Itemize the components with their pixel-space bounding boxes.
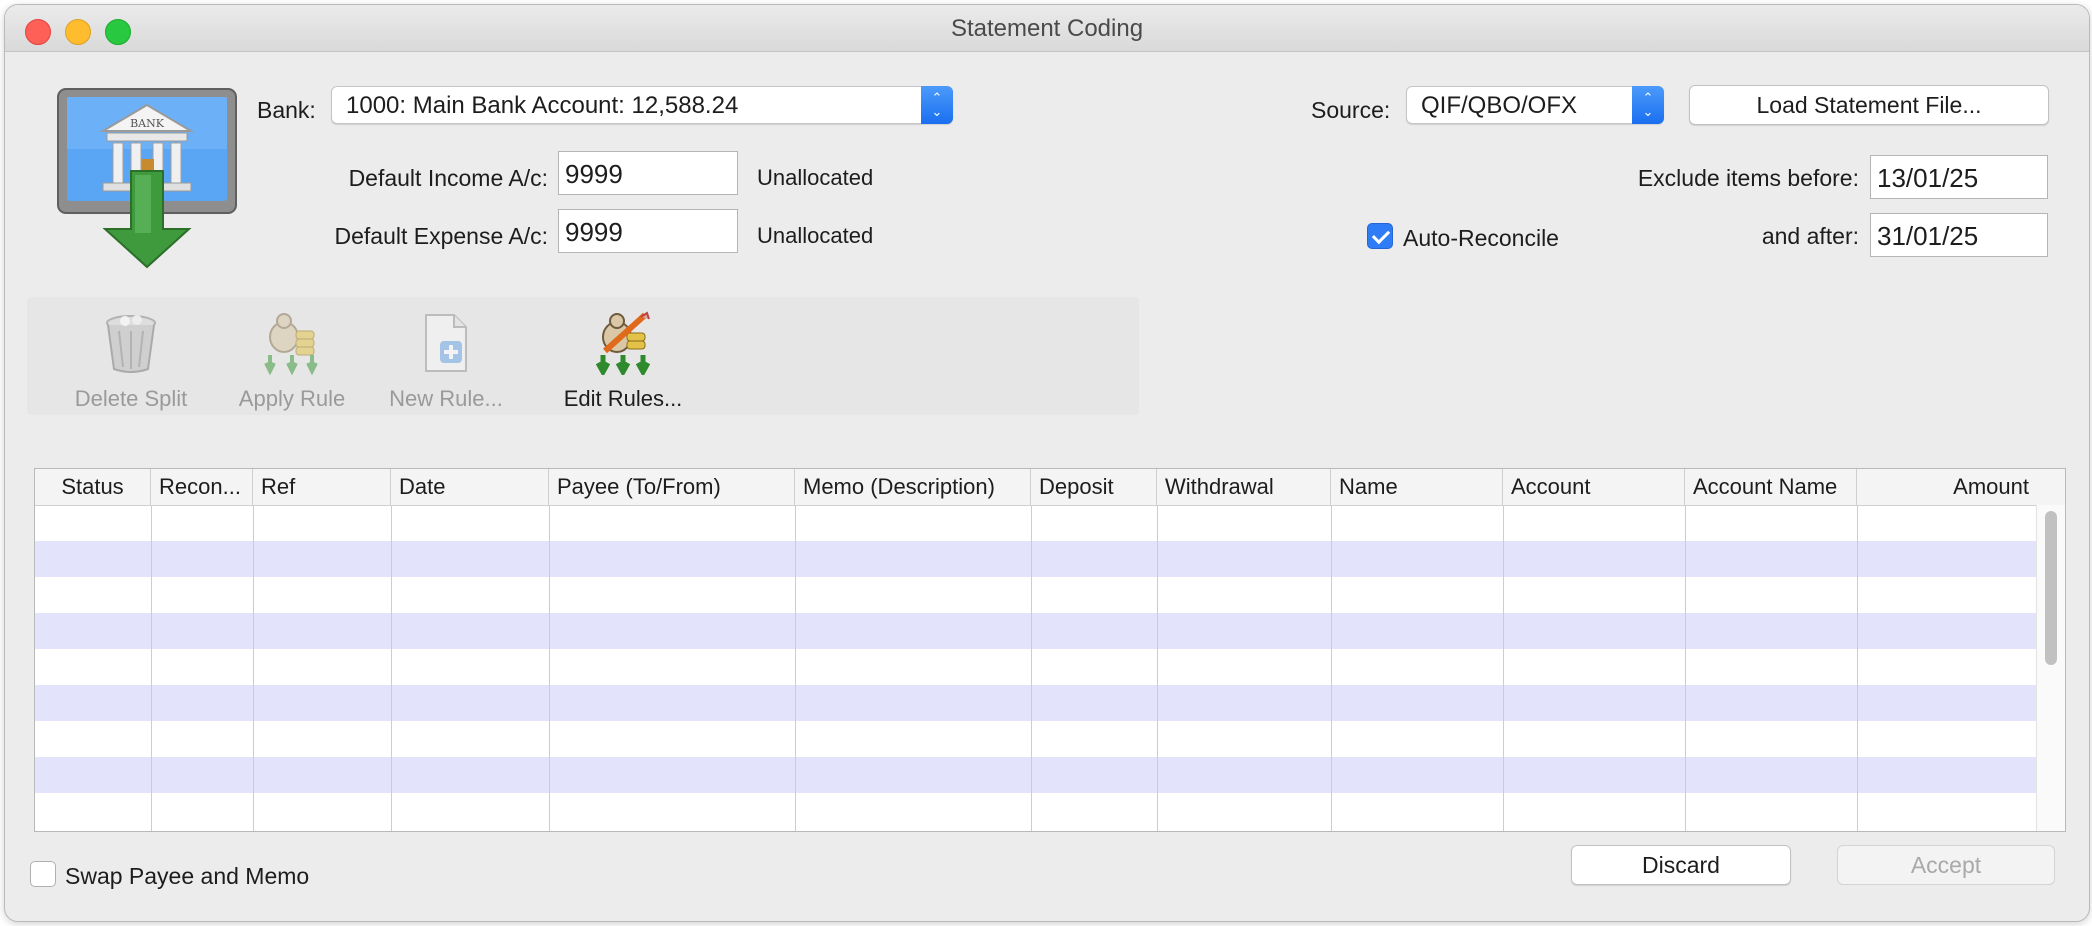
new-rule-button[interactable]: New Rule... (383, 311, 509, 412)
bank-account-value: 1000: Main Bank Account: 12,588.24 (346, 92, 739, 119)
load-statement-file-button[interactable]: Load Statement File... (1689, 85, 2049, 125)
default-expense-label: Default Expense A/c: (334, 223, 548, 249)
trash-icon (106, 315, 156, 373)
bank-account-popup[interactable]: 1000: Main Bank Account: 12,588.24 ⌃ ⌄ (331, 86, 953, 124)
default-income-account-name: Unallocated (757, 165, 874, 190)
column-divider (151, 505, 152, 831)
exclude-before-label: Exclude items before: (1637, 165, 1859, 191)
column-divider (253, 505, 254, 831)
discard-button[interactable]: Discard (1571, 845, 1791, 885)
edit-rules-button[interactable]: Edit Rules... (553, 311, 693, 412)
column-divider (549, 505, 550, 831)
table-row[interactable] (35, 541, 2037, 577)
column-header-reconciled[interactable]: Recon... (151, 469, 253, 505)
table-row[interactable] (35, 505, 2037, 541)
column-divider (1685, 505, 1686, 831)
column-divider (795, 505, 796, 831)
column-header-account[interactable]: Account (1503, 469, 1685, 505)
title-bar: Statement Coding (5, 5, 2089, 52)
table-row[interactable] (35, 649, 2037, 685)
table-scrollbar-thumb[interactable] (2045, 511, 2057, 665)
column-divider (1331, 505, 1332, 831)
table-row[interactable] (35, 685, 2037, 721)
default-income-label: Default Income A/c: (348, 165, 548, 191)
bank-label: Bank: (257, 97, 316, 123)
delete-split-label: Delete Split (74, 386, 188, 411)
popup-arrows-icon: ⌃ ⌄ (1632, 86, 1664, 124)
apply-rule-icon (264, 313, 318, 376)
new-document-icon (425, 314, 467, 372)
auto-reconcile-label: Auto-Reconcile (1403, 225, 1559, 251)
apply-rule-label: Apply Rule (238, 386, 346, 411)
swap-payee-memo-label: Swap Payee and Memo (65, 863, 310, 889)
column-divider (1857, 505, 1858, 831)
column-header-name[interactable]: Name (1331, 469, 1503, 505)
column-header-deposit[interactable]: Deposit (1031, 469, 1157, 505)
window-title: Statement Coding (950, 15, 1144, 42)
column-header-account-name[interactable]: Account Name (1685, 469, 1857, 505)
table-header: Status Recon... Ref Date Payee (To/From)… (35, 469, 2065, 506)
popup-arrows-icon: ⌃ ⌄ (921, 86, 953, 124)
edit-rules-label: Edit Rules... (563, 386, 683, 411)
table-row[interactable] (35, 793, 2037, 829)
column-divider (391, 505, 392, 831)
auto-reconcile-checkbox[interactable] (1367, 223, 1393, 249)
column-header-status[interactable]: Status (35, 469, 151, 505)
source-popup[interactable]: QIF/QBO/OFX ⌃ ⌄ (1406, 86, 1664, 124)
statement-table: Status Recon... Ref Date Payee (To/From)… (34, 468, 2066, 832)
source-label: Source: (1311, 97, 1391, 123)
delete-split-button[interactable]: Delete Split (63, 311, 199, 412)
accept-button[interactable]: Accept (1837, 845, 2055, 885)
exclude-before-field[interactable]: 13/01/25 (1870, 155, 2048, 199)
default-expense-field[interactable]: 9999 (558, 209, 738, 253)
column-header-date[interactable]: Date (391, 469, 549, 505)
column-header-amount[interactable]: Amount (1857, 469, 2065, 505)
column-header-memo[interactable]: Memo (Description) (795, 469, 1031, 505)
and-after-field[interactable]: 31/01/25 (1870, 213, 2048, 257)
svg-text:BANK: BANK (130, 117, 165, 130)
column-header-payee[interactable]: Payee (To/From) (549, 469, 795, 505)
column-divider (1157, 505, 1158, 831)
source-value: QIF/QBO/OFX (1421, 92, 1578, 119)
table-row[interactable] (35, 613, 2037, 649)
default-income-field[interactable]: 9999 (558, 151, 738, 195)
table-row[interactable] (35, 721, 2037, 757)
swap-payee-memo-checkbox[interactable] (30, 861, 56, 887)
column-divider (1503, 505, 1504, 831)
and-after-label: and after: (1761, 223, 1859, 249)
statement-coding-window: Statement Coding BANK Bank: 1000: Main B… (4, 4, 2090, 922)
apply-rule-button[interactable]: Apply Rule (227, 311, 357, 412)
new-rule-label: New Rule... (389, 386, 503, 411)
default-expense-account-name: Unallocated (757, 223, 874, 248)
edit-rules-icon (595, 311, 651, 378)
column-header-ref[interactable]: Ref (253, 469, 391, 505)
table-row[interactable] (35, 577, 2037, 613)
column-header-withdrawal[interactable]: Withdrawal (1157, 469, 1331, 505)
column-divider (1031, 505, 1032, 831)
bank-import-icon: BANK (55, 83, 239, 274)
table-row[interactable] (35, 757, 2037, 793)
